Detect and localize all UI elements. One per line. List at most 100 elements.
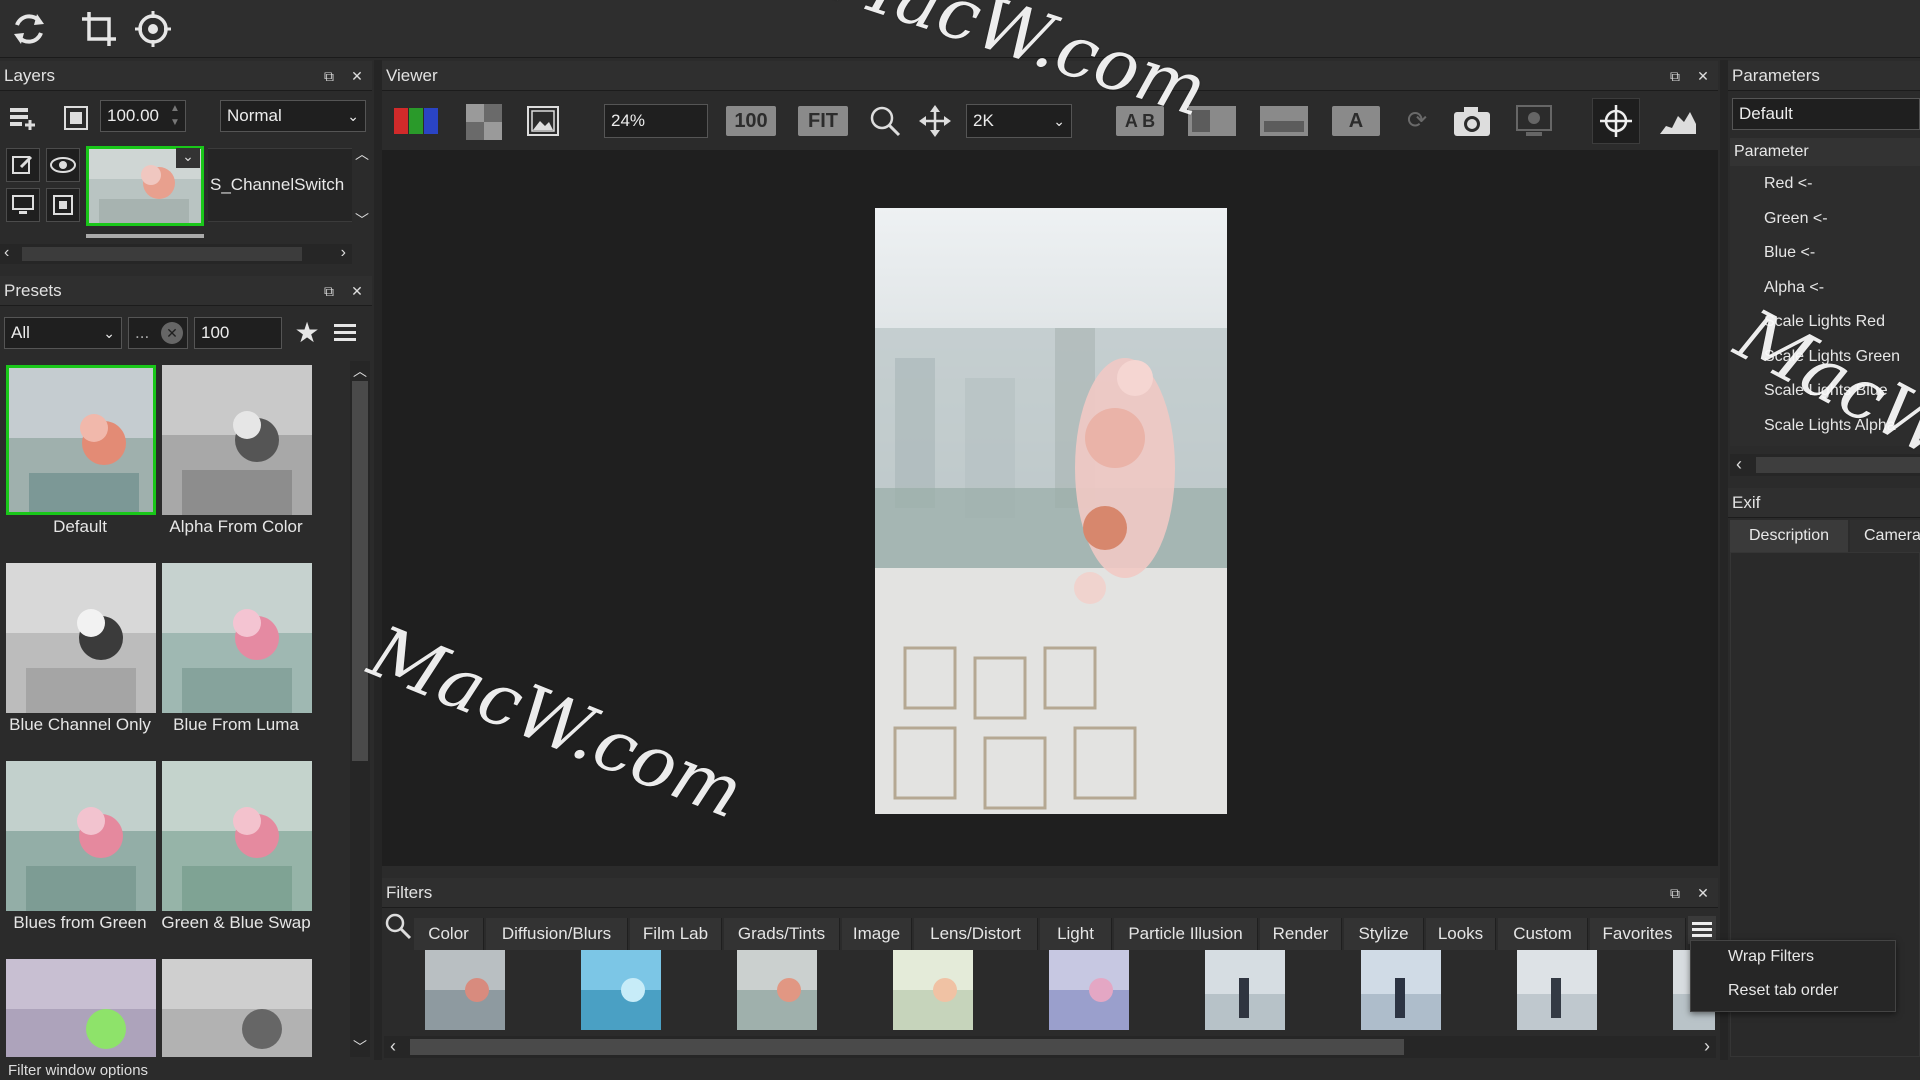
blend-mode-select[interactable]: Normal ⌄ (220, 100, 366, 132)
splitter[interactable] (374, 60, 382, 1060)
preset-category-select[interactable]: All ⌄ (4, 317, 122, 349)
tab-light[interactable]: Light (1040, 918, 1112, 950)
filter-thumb[interactable] (1049, 950, 1129, 1030)
sync-icon[interactable]: ⟳ (1402, 106, 1432, 136)
float-icon[interactable]: ⧉ (1666, 67, 1684, 85)
float-icon[interactable]: ⧉ (1666, 884, 1684, 902)
filter-thumb[interactable] (893, 950, 973, 1030)
snapshot-monitor-icon[interactable] (1514, 104, 1554, 138)
preset-size-field[interactable]: 100 (194, 317, 282, 349)
tab-diffusion-blurs[interactable]: Diffusion/Blurs (486, 918, 628, 950)
camera-icon[interactable] (1452, 104, 1492, 138)
image-icon[interactable] (526, 104, 560, 138)
zoom-100-button[interactable]: 100 (726, 106, 776, 136)
chevron-up-icon[interactable]: ︿ (350, 361, 370, 381)
chevron-left-icon[interactable]: ‹ (1736, 454, 1742, 475)
chevron-left-icon[interactable]: ‹ (4, 244, 9, 262)
menu-icon[interactable] (334, 321, 360, 345)
tab-stylize[interactable]: Stylize (1344, 918, 1424, 950)
tab-grads-tints[interactable]: Grads/Tints (724, 918, 840, 950)
split-horizontal-icon[interactable] (1260, 106, 1308, 136)
edit-layer-icon[interactable] (6, 148, 40, 182)
tab-film-lab[interactable]: Film Lab (630, 918, 722, 950)
menu-item-wrap-filters[interactable]: Wrap Filters (1728, 948, 1814, 966)
layer-row[interactable]: S_ChannelSwitch (208, 148, 352, 222)
checkerboard-icon[interactable] (466, 104, 502, 140)
float-icon[interactable]: ⧉ (320, 67, 338, 85)
chevron-up-icon[interactable]: ︿ (352, 144, 372, 164)
close-icon[interactable]: ✕ (1694, 884, 1712, 902)
filters-hscroll[interactable]: ‹ › (384, 1036, 1716, 1058)
layers-vscroll[interactable]: ︿ ﹀ (352, 144, 372, 230)
target-icon[interactable] (130, 6, 176, 52)
tab-particle-illusion[interactable]: Particle Illusion (1114, 918, 1258, 950)
wipe-a-button[interactable]: A (1332, 106, 1380, 136)
resolution-select[interactable]: 2K ⌄ (966, 104, 1072, 138)
preset-thumb-green-blue-swap[interactable] (162, 761, 312, 911)
preset-thumb-blue-channel-only[interactable] (6, 563, 156, 713)
refresh-icon[interactable] (6, 6, 52, 52)
parameters-hscroll[interactable]: ‹ (1730, 454, 1920, 476)
filter-thumb[interactable] (1517, 950, 1597, 1030)
chevron-down-icon[interactable]: ﹀ (352, 210, 372, 230)
param-blue[interactable]: Blue <- (1764, 244, 1815, 262)
param-green[interactable]: Green <- (1764, 210, 1828, 228)
preset-thumb-blue-from-luma[interactable] (162, 563, 312, 713)
tab-image[interactable]: Image (842, 918, 912, 950)
eye-icon[interactable] (46, 148, 80, 182)
close-icon[interactable]: ✕ (348, 282, 366, 300)
preset-thumb-blues-from-green[interactable] (6, 761, 156, 911)
float-icon[interactable]: ⧉ (320, 282, 338, 300)
preset-thumb-default[interactable] (6, 365, 156, 515)
clear-search-icon[interactable]: ✕ (161, 322, 183, 344)
param-alpha[interactable]: Alpha <- (1764, 279, 1824, 297)
splitter[interactable] (1720, 60, 1728, 1060)
preset-thumb-alpha-from-color[interactable] (162, 365, 312, 515)
tab-camera[interactable]: Camera (1850, 520, 1920, 552)
opacity-stepper[interactable]: ▲ ▼ (167, 102, 183, 130)
preset-thumb-partial-1[interactable] (6, 959, 156, 1057)
filter-thumb[interactable] (425, 950, 505, 1030)
chevron-right-icon[interactable]: › (341, 244, 346, 262)
scroll-thumb[interactable] (352, 381, 368, 761)
search-icon[interactable] (384, 912, 412, 940)
histogram-icon[interactable] (1658, 106, 1698, 136)
menu-item-reset-tab-order[interactable]: Reset tab order (1728, 982, 1838, 1000)
chevron-down-icon[interactable]: ﹀ (350, 1037, 370, 1057)
parameter-preset-select[interactable]: Default (1732, 98, 1920, 130)
chevron-left-icon[interactable]: ‹ (390, 1036, 396, 1057)
zoom-fit-button[interactable]: FIT (798, 106, 848, 136)
layers-hscroll[interactable]: ‹ › (0, 244, 352, 264)
rgb-channels-icon[interactable] (394, 106, 440, 136)
tab-looks[interactable]: Looks (1426, 918, 1496, 950)
scroll-thumb[interactable] (410, 1039, 1404, 1055)
tab-render[interactable]: Render (1260, 918, 1342, 950)
filter-thumb[interactable] (581, 950, 661, 1030)
scroll-thumb[interactable] (1756, 457, 1920, 473)
tab-description[interactable]: Description (1730, 520, 1848, 552)
close-icon[interactable]: ✕ (348, 67, 366, 85)
layer-mask-icon[interactable] (62, 104, 90, 132)
magnify-icon[interactable] (868, 104, 902, 138)
add-layer-icon[interactable] (8, 104, 36, 132)
presets-vscroll[interactable]: ︿ ﹀ (350, 361, 370, 1057)
zoom-field[interactable]: 24% (604, 104, 708, 138)
tab-custom[interactable]: Custom (1498, 918, 1588, 950)
preset-thumb-partial-2[interactable] (162, 959, 312, 1057)
parameter-section-header[interactable]: Parameter (1730, 138, 1920, 166)
crop-icon[interactable] (76, 6, 122, 52)
layer-mask-small-icon[interactable] (46, 188, 80, 222)
pan-icon[interactable] (918, 104, 952, 138)
monitor-icon[interactable] (6, 188, 40, 222)
tab-favorites[interactable]: Favorites (1590, 918, 1686, 950)
tab-color[interactable]: Color (414, 918, 484, 950)
preset-search-input[interactable]: ... ✕ (128, 317, 188, 349)
filter-thumb[interactable] (737, 950, 817, 1030)
scroll-thumb[interactable] (22, 247, 302, 261)
tab-lens-distort[interactable]: Lens/Distort (914, 918, 1038, 950)
chevron-right-icon[interactable]: › (1704, 1036, 1710, 1057)
filter-thumb[interactable] (1361, 950, 1441, 1030)
close-icon[interactable]: ✕ (1694, 67, 1712, 85)
crosshair-icon[interactable] (1592, 98, 1640, 144)
filter-thumb[interactable] (1205, 950, 1285, 1030)
